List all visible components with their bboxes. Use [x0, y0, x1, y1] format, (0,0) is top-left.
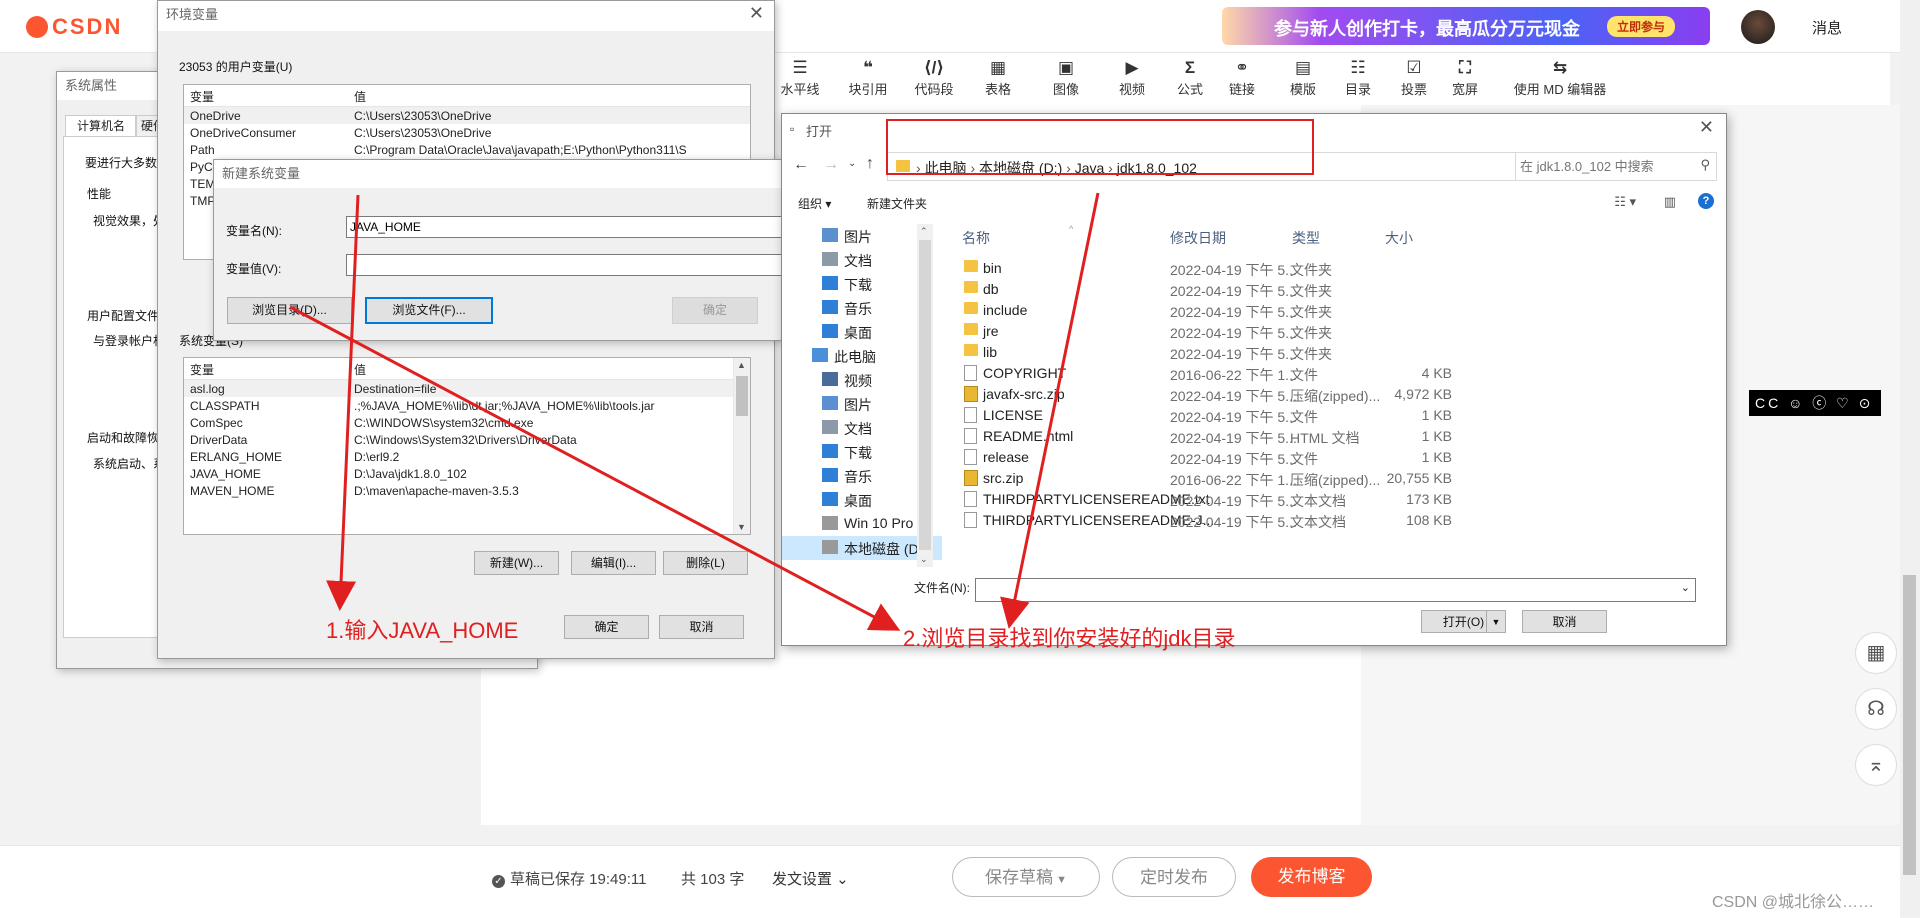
arrow-to-variable-name [326, 194, 360, 611]
annotation-arrows [289, 192, 1100, 631]
arrow-from-breadcrumb [1000, 192, 1100, 629]
annotation-step2: 2.浏览目录找到你安装好的jdk目录 [903, 626, 1236, 651]
arrow-to-browse-directory [289, 305, 901, 631]
annotation-step1: 1.输入JAVA_HOME [326, 618, 519, 643]
